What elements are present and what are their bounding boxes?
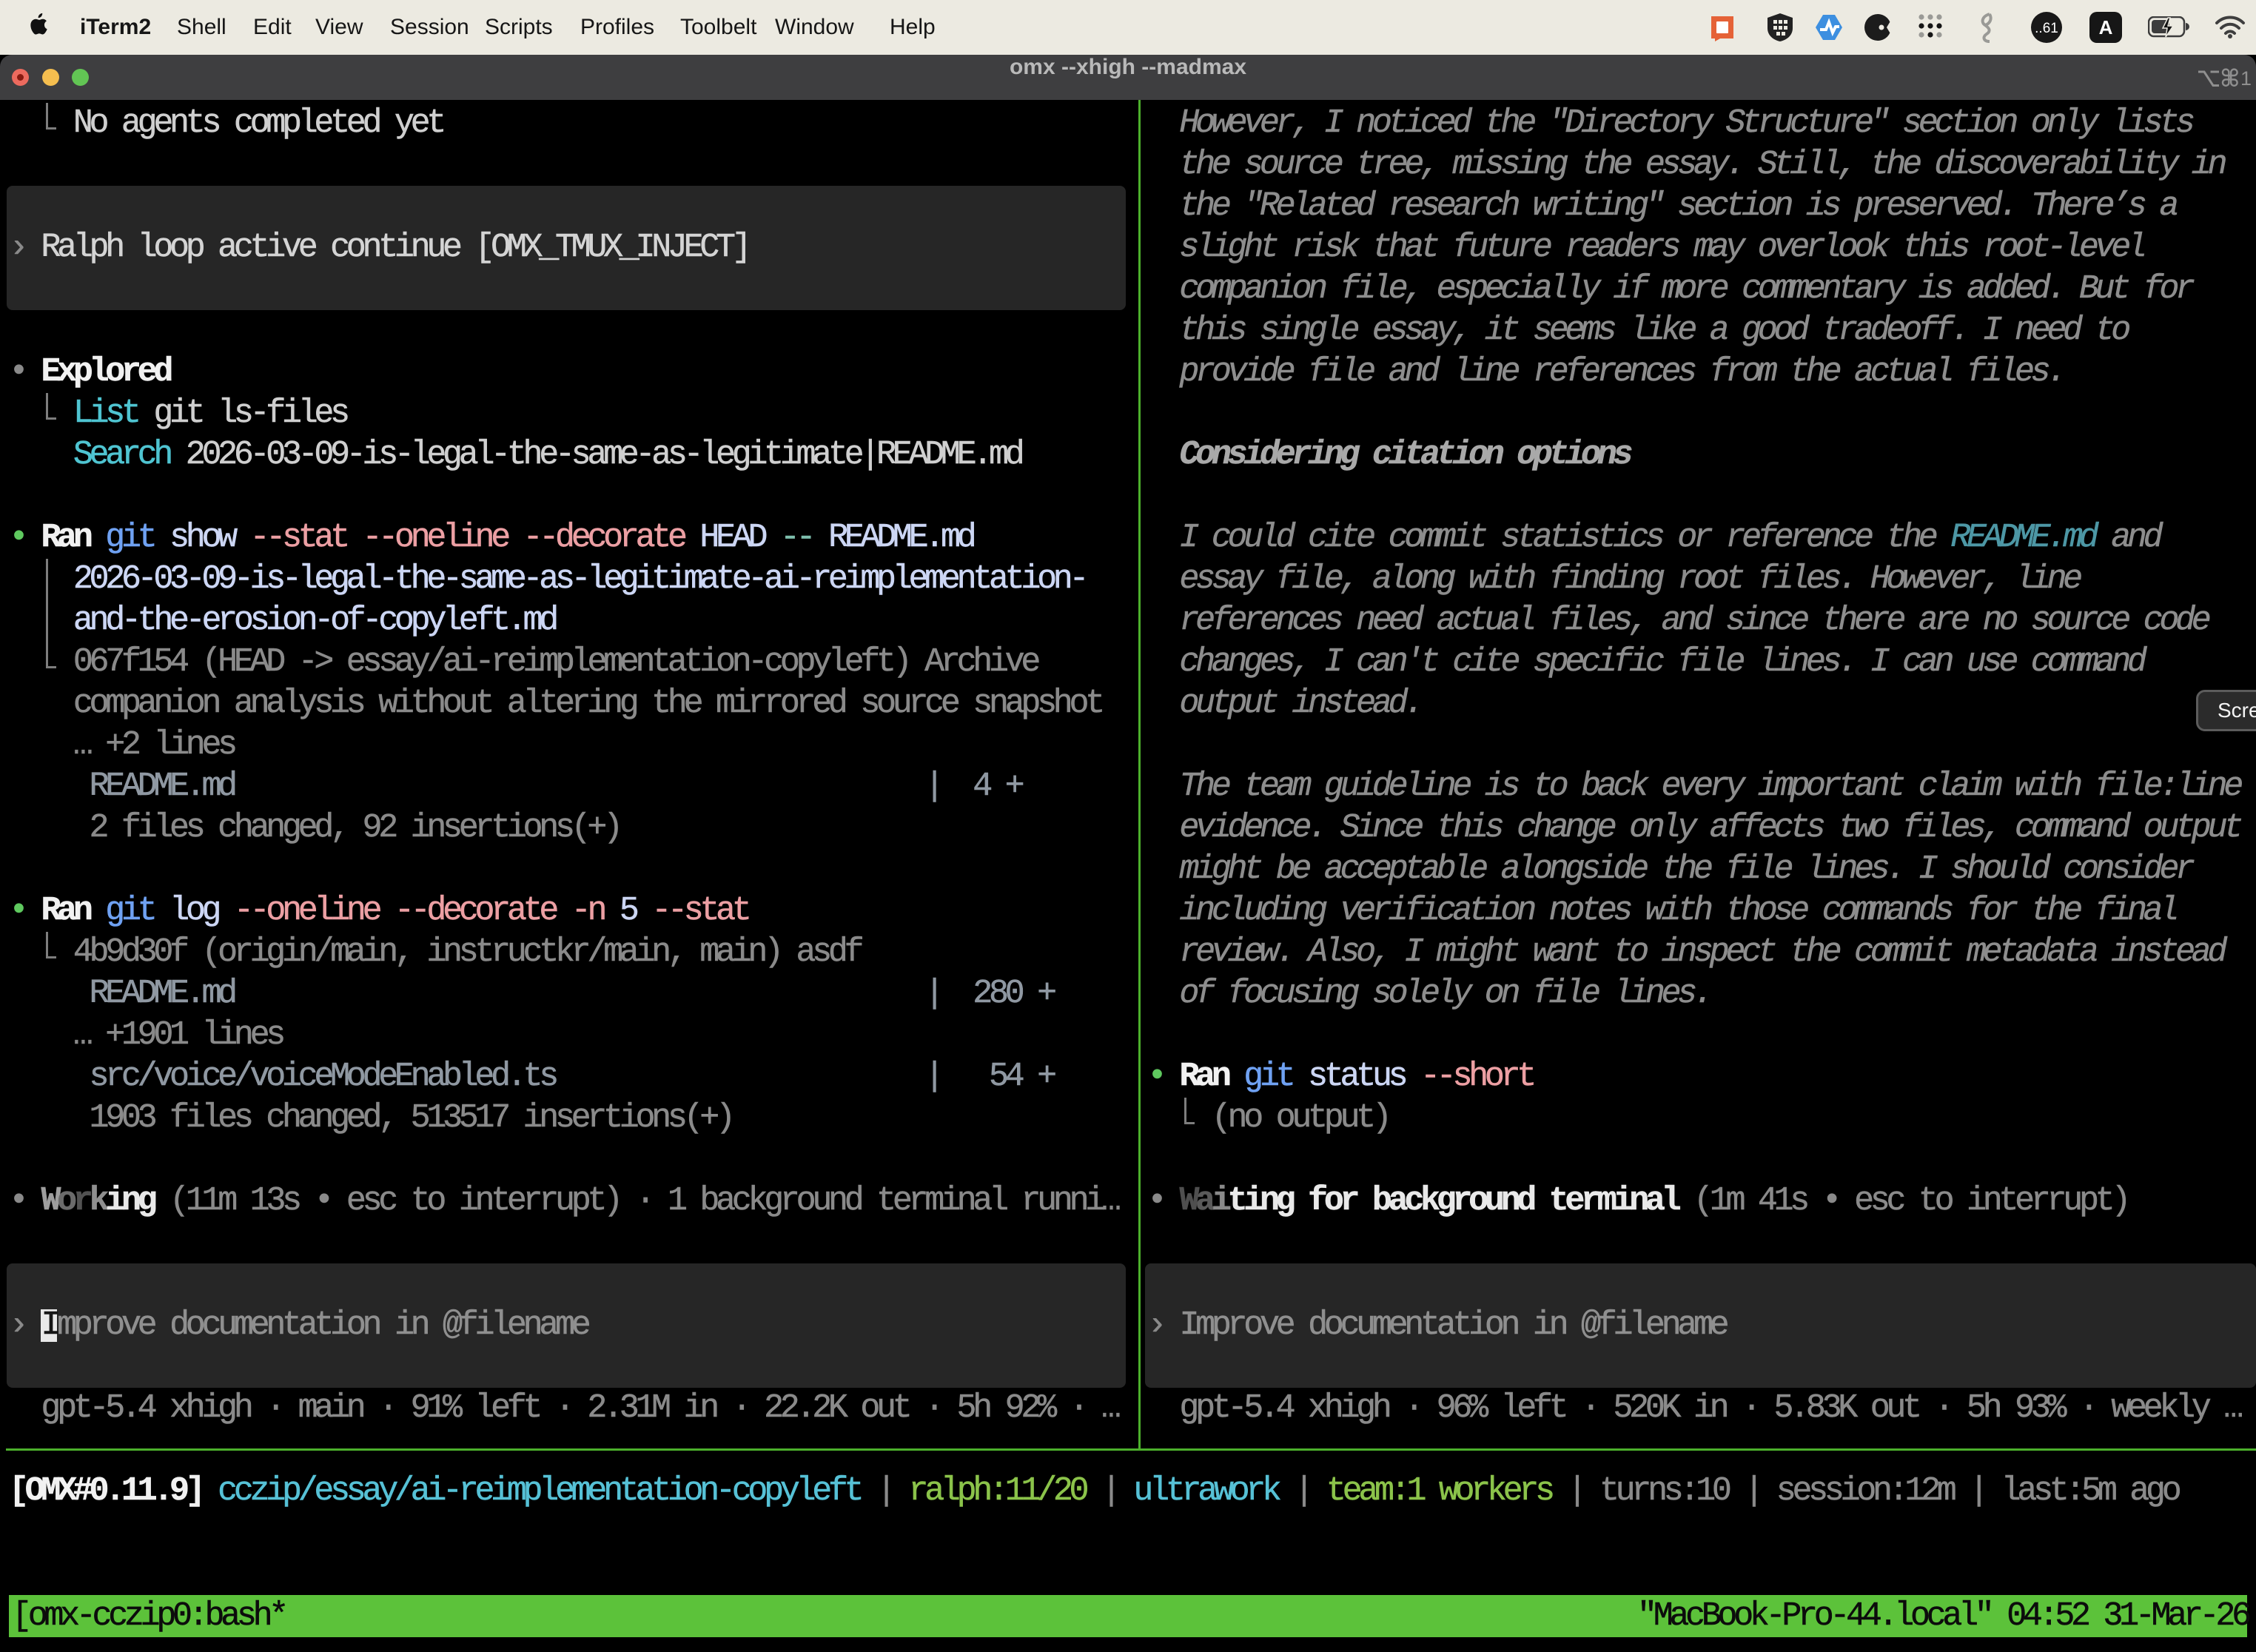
svg-text:..61: ..61 (2035, 21, 2058, 36)
svg-text:A: A (2099, 16, 2113, 38)
svg-text:1: 1 (2240, 67, 2252, 90)
